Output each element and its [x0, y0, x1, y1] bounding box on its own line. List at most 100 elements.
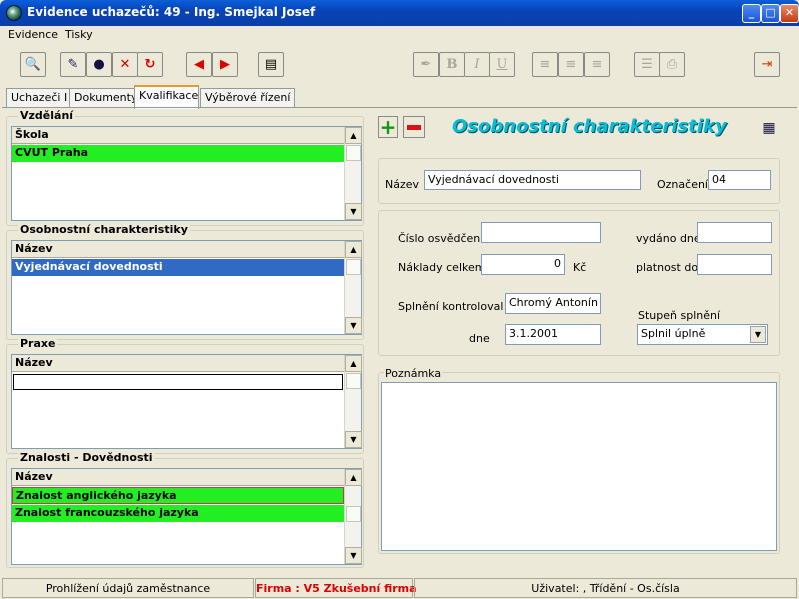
osobnostni-title: Osobnostní charakteristiky	[18, 223, 190, 236]
close-button[interactable]: ✕	[780, 4, 799, 23]
person-icon: ●	[93, 57, 105, 72]
tab-kvalifikace[interactable]: Kvalifikace	[134, 85, 199, 109]
scroll-up-icon[interactable]: ▲	[345, 355, 362, 372]
chevron-down-icon[interactable]: ▼	[750, 326, 766, 343]
menu-tisky[interactable]: Tisky	[65, 28, 93, 41]
vzdelani-scrollbar[interactable]: ▲ ▼	[344, 127, 362, 220]
znalosti-title: Znalosti - Dovědnosti	[18, 451, 155, 464]
znalosti-grid[interactable]: Název Znalost anglického jazyka Znalost …	[11, 468, 362, 565]
refresh-icon: ↻	[144, 57, 156, 72]
splneni-kontroloval-field[interactable]: Chromý Antonín	[505, 293, 601, 314]
font-button[interactable]: ✒	[413, 52, 439, 77]
remove-button[interactable]	[403, 116, 425, 138]
scroll-up-icon[interactable]: ▲	[345, 241, 362, 258]
cislo-osvedceni-field[interactable]	[481, 222, 601, 243]
left-pane: Vzdělání Škola CVUT Praha ▲ ▼ Osobnostní…	[4, 108, 366, 572]
align-right-button[interactable]: ≡	[584, 52, 610, 77]
tab-vyberove-rizeni[interactable]: Výběrové řízení	[200, 88, 296, 107]
znalosti-scrollbar[interactable]: ▲ ▼	[344, 469, 362, 564]
search-icon: 🔍	[24, 57, 42, 72]
scroll-down-icon[interactable]: ▼	[345, 203, 362, 220]
poznamka-field[interactable]	[381, 382, 777, 551]
search-button[interactable]: 🔍	[20, 52, 46, 77]
list-button[interactable]: ☰	[634, 52, 660, 77]
arrow-right-icon: ▶	[220, 57, 230, 72]
align-right-icon: ≡	[591, 57, 603, 72]
minimize-button[interactable]: _	[742, 4, 761, 23]
align-center-icon: ≡	[565, 57, 577, 72]
osobnostni-grid[interactable]: Název Vyjednávací dovednosti ▲ ▼	[11, 240, 362, 335]
table-row[interactable]: Vyjednávací dovednosti	[12, 259, 344, 276]
column-header-nazev[interactable]: Název	[12, 241, 344, 258]
list-icon: ☰	[641, 57, 653, 72]
scroll-down-icon[interactable]: ▼	[345, 547, 362, 564]
column-header-nazev[interactable]: Název	[12, 355, 344, 372]
platnost-do-field[interactable]	[697, 254, 772, 275]
scroll-down-icon[interactable]: ▼	[345, 317, 362, 334]
align-left-button[interactable]: ≡	[532, 52, 558, 77]
italic-button[interactable]: I	[464, 52, 490, 77]
previous-button[interactable]: ◀	[186, 52, 212, 77]
title-bar[interactable]: Evidence uchazečů: 49 - Ing. Smejkal Jos…	[0, 0, 799, 26]
add-button[interactable]: +	[378, 116, 398, 138]
splneni-kontroloval-label: Splnění kontroloval	[398, 300, 504, 313]
toolbar: 🔍 ✎ ● ✕ ↻ ◀ ▶ ▤ ✒ B I U ≡ ≡ ≡ ☰ ⎙ ⇥	[0, 46, 799, 84]
status-mode: Prohlížení údajů zaměstnance	[2, 578, 254, 598]
osobnostni-scrollbar[interactable]: ▲ ▼	[344, 241, 362, 334]
font-icon: ✒	[420, 57, 432, 72]
edit-person-button[interactable]: ✎	[60, 52, 86, 77]
underline-button[interactable]: U	[489, 52, 515, 77]
underline-icon: U	[496, 57, 508, 72]
scroll-down-icon[interactable]: ▼	[345, 431, 362, 448]
scroll-thumb[interactable]	[346, 373, 361, 389]
nazev-label: Název	[385, 178, 420, 191]
stupen-splneni-select[interactable]: Splnil úplně ▼	[637, 324, 768, 345]
section-heading: Osobnostní charakteristiky	[452, 116, 727, 137]
bold-button[interactable]: B	[439, 52, 465, 77]
stupen-splneni-value: Splnil úplně	[641, 327, 706, 340]
person-button[interactable]: ●	[86, 52, 112, 77]
report-icon: ▤	[264, 57, 278, 72]
scroll-thumb[interactable]	[346, 506, 361, 522]
tab-uchazeci[interactable]: Uchazeči I	[6, 88, 73, 107]
nazev-field[interactable]: Vyjednávací dovednosti	[424, 170, 641, 190]
vydano-dne-field[interactable]	[697, 222, 772, 243]
naklady-celkem-field[interactable]: 0	[481, 254, 565, 275]
print-button[interactable]: ⎙	[659, 52, 685, 77]
calendar-button[interactable]: ▦	[758, 118, 780, 138]
praxe-grid[interactable]: Název ▲ ▼	[11, 354, 362, 449]
oznaceni-field[interactable]: 04	[708, 170, 771, 190]
table-row[interactable]	[13, 374, 343, 390]
dne-label: dne	[469, 332, 490, 345]
maximize-button[interactable]: □	[761, 4, 780, 23]
scroll-thumb[interactable]	[346, 145, 361, 161]
tab-dokumenty[interactable]: Dokumenty	[69, 88, 143, 107]
vzdelani-title: Vzdělání	[18, 109, 76, 122]
column-header-skola[interactable]: Škola	[12, 127, 344, 144]
table-row[interactable]: CVUT Praha	[12, 145, 344, 162]
vzdelani-grid[interactable]: Škola CVUT Praha ▲ ▼	[11, 126, 362, 221]
report-button[interactable]: ▤	[258, 52, 284, 77]
delete-person-button[interactable]: ✕	[112, 52, 138, 77]
column-header-nazev[interactable]: Název	[12, 469, 344, 486]
platnost-do-label: platnost do	[636, 261, 699, 274]
dne-field[interactable]: 3.1.2001	[505, 324, 601, 345]
scroll-thumb[interactable]	[346, 259, 361, 275]
bold-icon: B	[446, 57, 458, 72]
exit-button[interactable]: ⇥	[754, 52, 780, 77]
app-icon[interactable]	[6, 5, 22, 21]
naklady-unit: Kč	[573, 261, 587, 274]
align-center-button[interactable]: ≡	[558, 52, 584, 77]
table-row[interactable]: Znalost francouzského jazyka	[12, 505, 344, 522]
next-button[interactable]: ▶	[212, 52, 238, 77]
exit-door-icon: ⇥	[761, 57, 773, 72]
refresh-button[interactable]: ↻	[137, 52, 163, 77]
praxe-scrollbar[interactable]: ▲ ▼	[344, 355, 362, 448]
scroll-up-icon[interactable]: ▲	[345, 127, 362, 144]
menu-evidence[interactable]: Evidence	[8, 28, 58, 41]
scroll-up-icon[interactable]: ▲	[345, 469, 362, 486]
table-row[interactable]: Znalost anglického jazyka	[12, 487, 344, 504]
right-pane: + Osobnostní charakteristiky ▦ Název Vyj…	[368, 108, 796, 572]
align-left-icon: ≡	[539, 57, 551, 72]
status-user: Uživatel: , Třídění - Os.čísla	[414, 578, 797, 598]
